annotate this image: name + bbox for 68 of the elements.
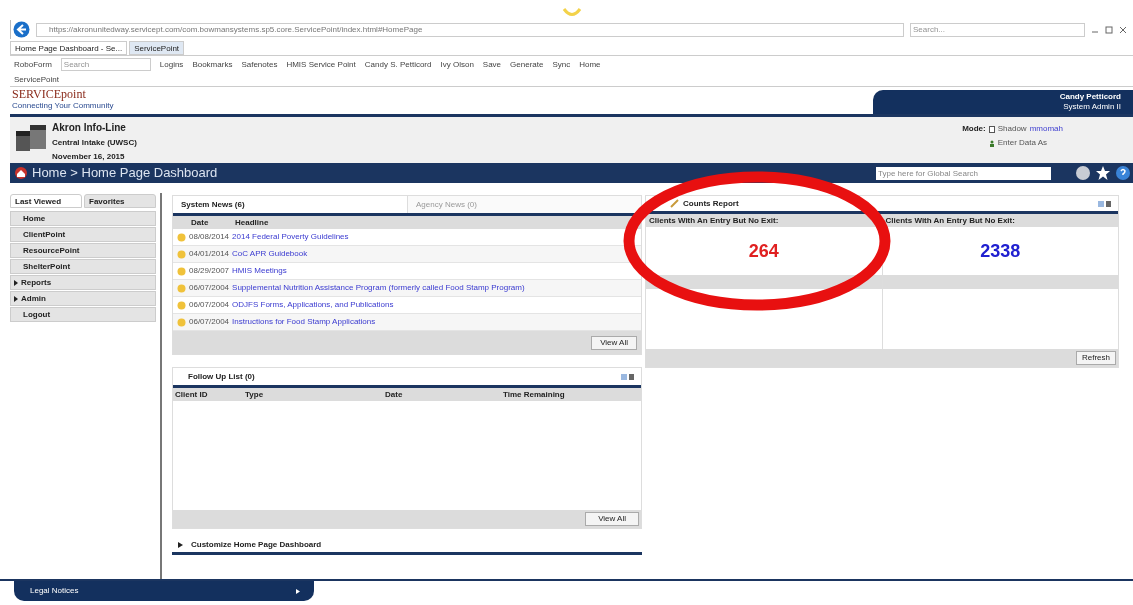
column-header: Time Remaining <box>503 389 565 399</box>
sidebar-item[interactable]: Logout <box>10 307 156 322</box>
toolbar-item[interactable]: Generate <box>510 58 544 71</box>
toolbar-item[interactable]: Logins <box>159 58 184 71</box>
legal-notices-link[interactable]: Legal Notices <box>30 585 296 597</box>
enter-data-as-link[interactable]: Enter Data As <box>997 137 1048 149</box>
news-date: 08/08/2014 <box>189 231 230 243</box>
news-headline-link[interactable]: CoC APR Guidebook <box>232 248 308 260</box>
news-date: 04/01/2014 <box>189 248 230 260</box>
toolbar-search-field[interactable]: Search <box>60 58 151 71</box>
toolbar-item[interactable]: Home <box>579 58 601 71</box>
sidebar-item[interactable]: ShelterPoint <box>10 259 156 274</box>
sidebar-item[interactable]: Admin <box>10 291 156 306</box>
address-bar[interactable]: https://akronunitedway.servicept.com/com.bowmansystems.sp5.core.ServicePoint/index.html#HomePage <box>36 22 904 37</box>
column-header: Type <box>245 389 264 399</box>
column-header: Client ID <box>175 389 208 399</box>
toolbar-item[interactable]: Bookmarks <box>192 58 233 71</box>
browser-search-field[interactable]: Search... <box>910 22 1085 37</box>
sidebar-tab[interactable]: Favorites <box>84 194 156 208</box>
view-all-button[interactable]: View All <box>585 512 639 526</box>
favorites-item[interactable]: ServicePoint <box>14 73 59 86</box>
refresh-button[interactable]: Refresh <box>1076 351 1116 365</box>
column-header: Clients With An Entry But No Exit: <box>882 214 1118 227</box>
news-date: 06/07/2004 <box>189 282 230 294</box>
news-headline-link[interactable]: Supplemental Nutrition Assistance Program (formerly called Food Stamp Program) <box>232 282 525 294</box>
toolbar-item[interactable]: Candy S. Petticord <box>364 58 432 71</box>
browser-tab[interactable]: ServicePoint <box>129 41 185 55</box>
breadcrumb: Home > Home Page Dashboard <box>32 164 218 183</box>
news-date: 08/29/2007 <box>189 265 230 277</box>
shadow-user-link[interactable]: mmomah <box>1029 123 1063 135</box>
user-role: System Admin II <box>1063 102 1121 112</box>
toolbar-item[interactable]: HMIS Service Point <box>286 58 356 71</box>
toolbar-item[interactable]: RoboForm <box>14 58 52 71</box>
panel-title: Follow Up List (0) <box>188 370 256 383</box>
mode-label: Mode: <box>962 123 986 135</box>
count-value: 264 <box>748 239 779 263</box>
news-headline-link[interactable]: 2014 Federal Poverty Guidelines <box>232 231 349 243</box>
toolbar-item[interactable]: Save <box>482 58 502 71</box>
sidebar-item[interactable]: Reports <box>10 275 156 290</box>
browser-tab[interactable]: Home Page Dashboard - Se... <box>10 41 128 55</box>
view-all-button[interactable]: View All <box>591 335 637 350</box>
customize-link[interactable]: Customize Home Page Dashboard <box>191 538 322 551</box>
sidebar-tab[interactable]: Last Viewed <box>10 194 82 208</box>
org-unit: Central Intake (UWSC) <box>52 137 137 149</box>
toolbar-item[interactable]: Safenotes <box>241 58 278 71</box>
user-name: Candy Petticord <box>1059 91 1121 102</box>
sidebar-item[interactable]: ResourcePoint <box>10 243 156 258</box>
sidebar-item[interactable]: ClientPoint <box>10 227 156 242</box>
panel-title: Counts Report <box>683 197 740 210</box>
column-header: Date <box>385 389 403 399</box>
shadow-label: Shadow <box>997 123 1027 135</box>
column-header: Headline <box>234 216 269 229</box>
toolbar-item[interactable]: Ivy Olson <box>440 58 474 71</box>
news-date: 06/07/2004 <box>189 316 230 328</box>
org-date: November 16, 2015 <box>52 151 126 163</box>
column-header: Clients With An Entry But No Exit: <box>646 214 882 227</box>
news-headline-link[interactable]: HMIS Meetings <box>232 265 287 277</box>
column-header: Date <box>190 216 210 229</box>
sidebar-item[interactable]: Home <box>10 211 156 226</box>
news-headline-link[interactable]: ODJFS Forms, Applications, and Publications <box>232 299 394 311</box>
count-value: 2338 <box>980 239 1021 263</box>
tagline: Connecting Your Community <box>12 101 114 111</box>
toolbar-item[interactable]: Sync <box>552 58 571 71</box>
news-date: 06/07/2004 <box>189 299 230 311</box>
org-name: Akron Info-Line <box>52 121 127 135</box>
news-headline-link[interactable]: Instructions for Food Stamp Applications <box>232 316 376 328</box>
global-search-field[interactable]: Type here for Global Search <box>876 166 1051 180</box>
logo: SERVICEpoint <box>12 88 87 101</box>
